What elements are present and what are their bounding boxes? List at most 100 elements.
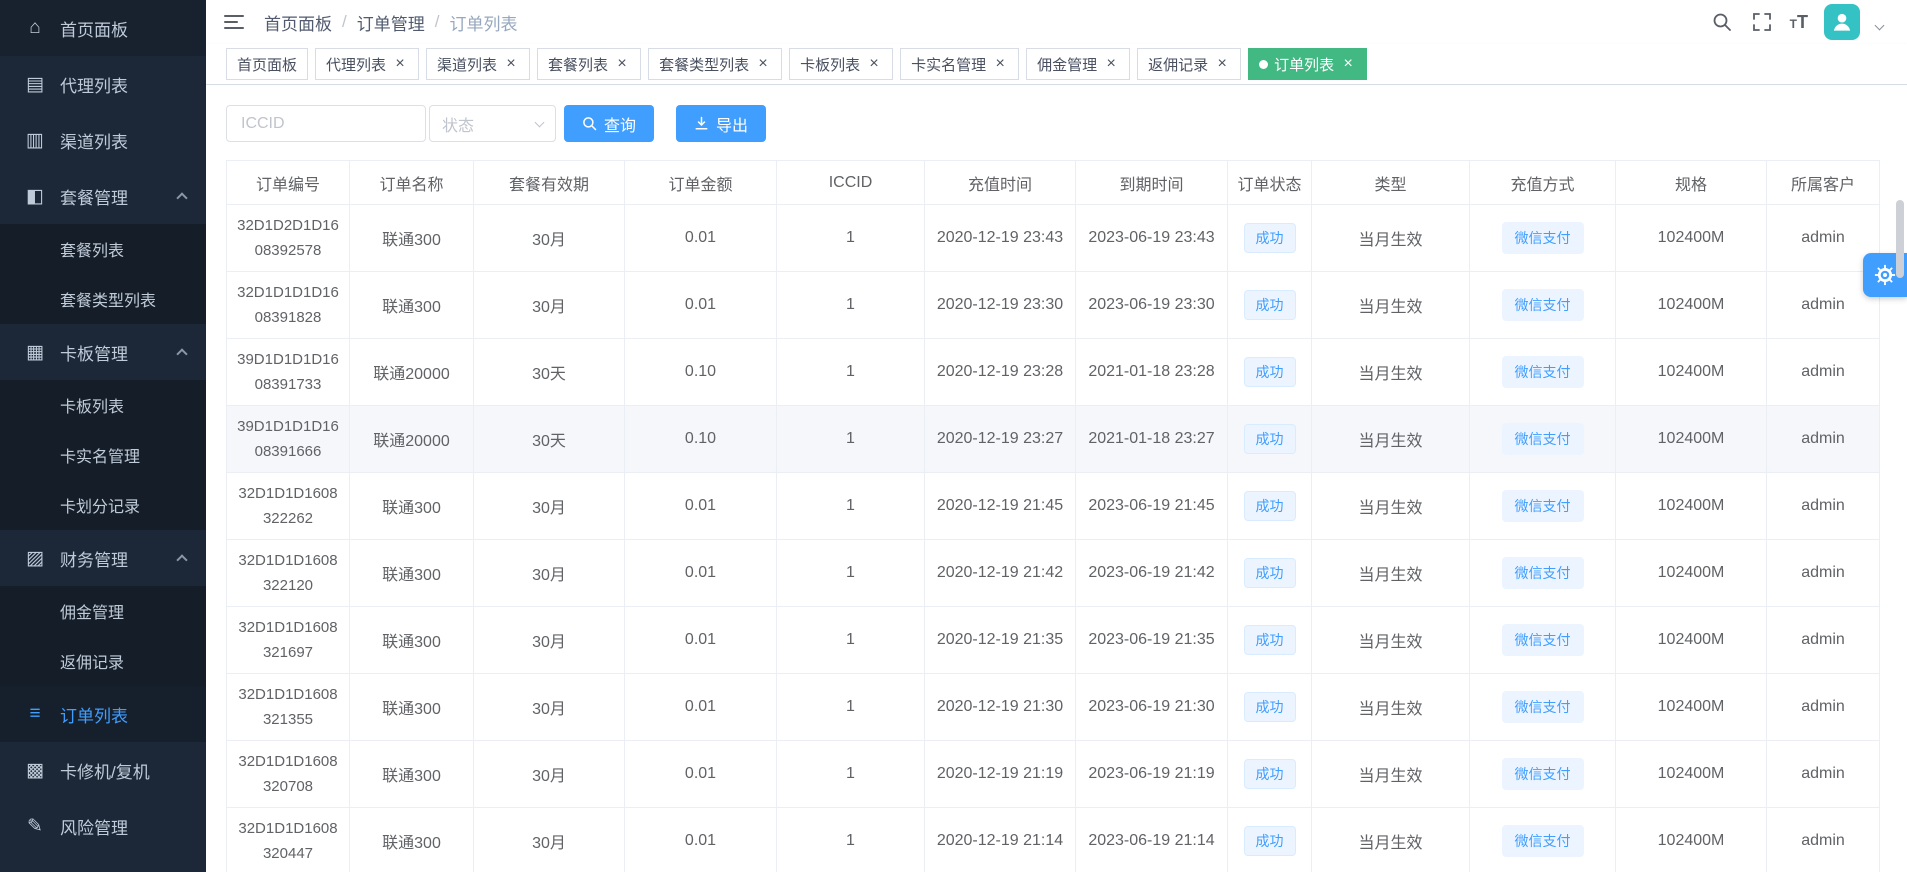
sidebar-item[interactable]: ⌂首页面板: [0, 0, 206, 56]
pay-method-badge: 微信支付: [1502, 490, 1584, 522]
sidebar-item[interactable]: ▤代理列表: [0, 56, 206, 112]
sidebar-item[interactable]: ≡订单列表: [0, 686, 206, 742]
risk-manage-icon: ✎: [24, 815, 46, 838]
gear-icon: [1874, 264, 1896, 286]
sidebar-item[interactable]: ▩卡修机/复机: [0, 742, 206, 798]
filter-bar: 状态 查询 导出: [226, 105, 1907, 142]
tab-close-icon[interactable]: ×: [1103, 56, 1119, 72]
breadcrumb-item[interactable]: 订单管理: [357, 10, 425, 35]
sidebar-item[interactable]: ▥ 渠道列表: [0, 112, 206, 168]
status-badge: 成功: [1244, 692, 1296, 722]
sidebar-item-label: 渠道列表: [60, 128, 128, 153]
tab[interactable]: 套餐列表 ×: [537, 48, 641, 80]
tab-label: 订单列表: [1274, 54, 1334, 75]
sidebar-subitem[interactable]: 套餐类型列表: [0, 274, 206, 324]
tab-close-icon[interactable]: ×: [1340, 56, 1356, 72]
font-size-icon[interactable]: TT: [1790, 13, 1808, 32]
column-header: ICCID: [777, 161, 925, 205]
channel-list-icon: ▥: [24, 129, 46, 152]
tab-close-icon[interactable]: ×: [755, 56, 771, 72]
sidebar-subitem[interactable]: 佣金管理: [0, 586, 206, 636]
cell-status: 成功: [1228, 674, 1312, 741]
cell-customer: admin: [1767, 808, 1880, 872]
cell-type: 当月生效: [1312, 741, 1470, 808]
user-menu-caret-icon[interactable]: [1875, 20, 1885, 30]
tab-close-icon[interactable]: ×: [503, 56, 519, 72]
card-repair-icon: ▩: [24, 759, 46, 782]
sidebar-subitem[interactable]: 卡板列表: [0, 380, 206, 430]
cell-type: 当月生效: [1312, 205, 1470, 272]
sidebar-item[interactable]: ◧套餐管理: [0, 168, 206, 224]
tab-close-icon[interactable]: ×: [866, 56, 882, 72]
cell-expire_time: 2021-01-18 23:28: [1076, 339, 1228, 406]
cell-name: 联通300: [350, 741, 474, 808]
search-button[interactable]: 查询: [564, 105, 654, 142]
cell-order_no: 32D1D1D1D1608391828: [227, 272, 350, 339]
cell-pay_method: 微信支付: [1470, 205, 1616, 272]
cell-recharge_time: 2020-12-19 23:28: [925, 339, 1076, 406]
tab[interactable]: 卡板列表 ×: [789, 48, 893, 80]
tab[interactable]: 佣金管理×: [1026, 48, 1130, 80]
cell-type: 当月生效: [1312, 607, 1470, 674]
cell-expire_time: 2023-06-19 21:45: [1076, 473, 1228, 540]
tab[interactable]: 返佣记录×: [1137, 48, 1241, 80]
breadcrumb-item[interactable]: 首页面板: [264, 10, 332, 35]
cell-name: 联通300: [350, 272, 474, 339]
sidebar-item-label: 卡板管理: [60, 340, 128, 365]
table-row: 32D1D1D1608320447联通30030月0.0112020-12-19…: [227, 808, 1880, 872]
cell-customer: admin: [1767, 741, 1880, 808]
tab[interactable]: 首页面板: [226, 48, 308, 80]
cell-recharge_time: 2020-12-19 23:43: [925, 205, 1076, 272]
sidebar-item[interactable]: ▨财务管理: [0, 530, 206, 586]
cell-iccid: 1: [777, 607, 925, 674]
tab-label: 代理列表: [326, 54, 386, 75]
cell-status: 成功: [1228, 607, 1312, 674]
sidebar-item[interactable]: ✎风险管理: [0, 798, 206, 854]
finance-icon: ▨: [24, 547, 46, 570]
tab-label: 套餐列表: [548, 54, 608, 75]
chevron-up-icon: [176, 554, 187, 565]
sidebar-subitem[interactable]: 套餐列表: [0, 224, 206, 274]
tab-close-icon[interactable]: ×: [614, 56, 630, 72]
orders-table-body: 32D1D2D1D1608392578联通30030月0.0112020-12-…: [227, 205, 1880, 872]
sidebar-subitem-label: 套餐类型列表: [60, 287, 156, 311]
column-header: 类型: [1312, 161, 1470, 205]
vertical-scrollbar[interactable]: [1896, 200, 1904, 278]
tab[interactable]: 卡实名管理 ×: [900, 48, 1019, 80]
tab-active[interactable]: 订单列表 ×: [1248, 48, 1367, 80]
tab-close-icon[interactable]: ×: [1214, 56, 1230, 72]
tab-close-icon[interactable]: ×: [992, 56, 1008, 72]
fullscreen-icon[interactable]: [1750, 10, 1774, 34]
tab-label: 卡板列表: [800, 54, 860, 75]
cell-pay_method: 微信支付: [1470, 607, 1616, 674]
cell-expire_time: 2021-01-18 23:27: [1076, 406, 1228, 473]
active-tab-dot-icon: [1259, 60, 1268, 69]
hamburger-menu-icon[interactable]: [224, 10, 248, 34]
sidebar-subitem[interactable]: 卡划分记录: [0, 480, 206, 530]
iccid-input[interactable]: [226, 105, 426, 142]
export-button[interactable]: 导出: [676, 105, 766, 142]
sidebar-item[interactable]: ▦卡板管理: [0, 324, 206, 380]
status-badge: 成功: [1244, 424, 1296, 454]
cell-type: 当月生效: [1312, 406, 1470, 473]
cell-expire_time: 2023-06-19 23:30: [1076, 272, 1228, 339]
order-list-icon: ≡: [24, 703, 46, 725]
avatar[interactable]: [1824, 4, 1860, 40]
cell-validity: 30月: [474, 607, 625, 674]
sidebar-subitem[interactable]: 卡实名管理: [0, 430, 206, 480]
tab[interactable]: 渠道列表×: [426, 48, 530, 80]
download-icon: [694, 116, 709, 131]
search-icon[interactable]: [1710, 10, 1734, 34]
status-badge: 成功: [1244, 290, 1296, 320]
table-row: 32D1D1D1608322120联通30030月0.0112020-12-19…: [227, 540, 1880, 607]
tab[interactable]: 代理列表 ×: [315, 48, 419, 80]
cell-pay_method: 微信支付: [1470, 674, 1616, 741]
tab-label: 卡实名管理: [911, 54, 986, 75]
status-badge: 成功: [1244, 491, 1296, 521]
cell-pay_method: 微信支付: [1470, 473, 1616, 540]
cell-spec: 102400M: [1616, 741, 1767, 808]
tab-close-icon[interactable]: ×: [392, 56, 408, 72]
tab[interactable]: 套餐类型列表×: [648, 48, 782, 80]
status-select[interactable]: 状态: [429, 105, 556, 142]
sidebar-subitem[interactable]: 返佣记录: [0, 636, 206, 686]
